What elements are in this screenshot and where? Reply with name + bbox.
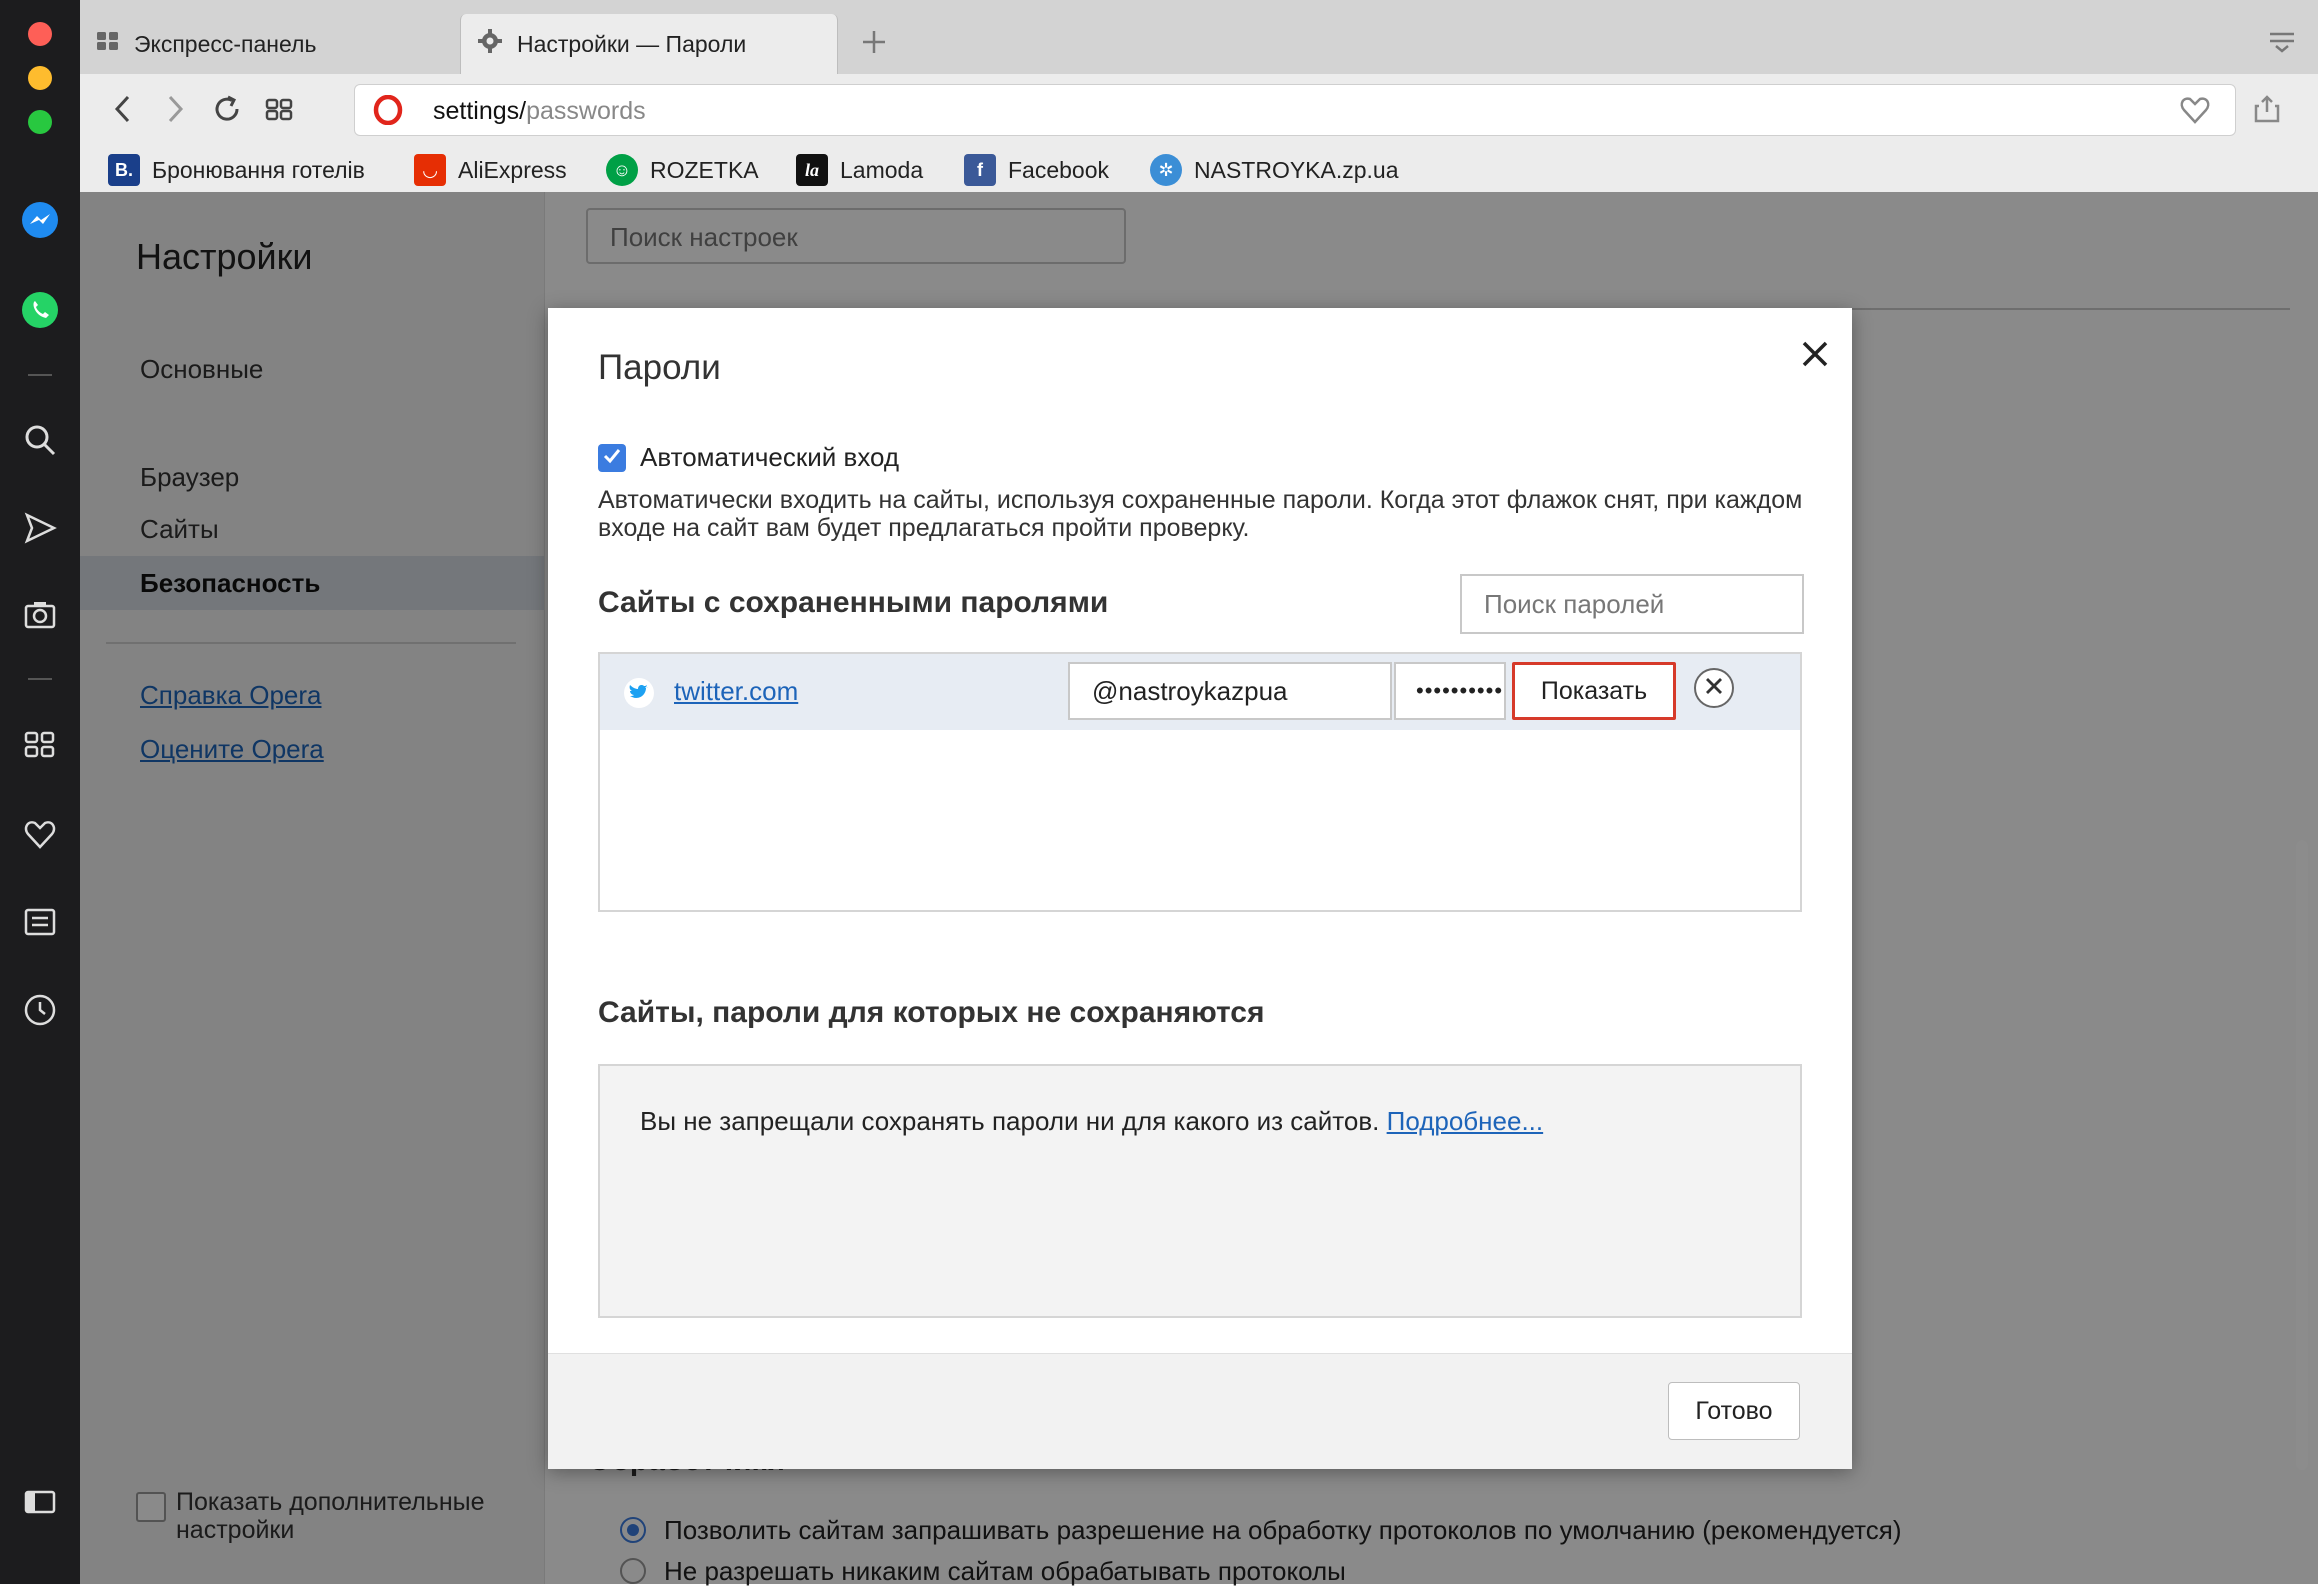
plus-icon [861, 29, 887, 60]
passwords-dialog: Пароли Автоматический вход Автоматически… [548, 308, 1852, 1469]
bookmark-label: AliExpress [458, 156, 567, 183]
toggle-sidebar-icon[interactable] [18, 1480, 62, 1524]
never-saved-text: Вы не запрещали сохранять пароли ни для … [640, 1106, 1380, 1136]
tab-speed-dial[interactable]: Экспресс-панель [80, 14, 458, 74]
facebook-icon: f [964, 154, 996, 186]
rozetka-icon: ☺ [606, 154, 638, 186]
never-saved-list: Вы не запрещали сохранять пароли ни для … [598, 1064, 1802, 1318]
close-dialog-button[interactable] [1793, 334, 1837, 378]
tab-strip: Экспресс-панель Настройки — Пароли [80, 0, 2318, 75]
checkmark-icon [602, 446, 622, 471]
forward-arrow-icon [163, 94, 187, 129]
learn-more-link[interactable]: Подробнее... [1387, 1106, 1544, 1136]
address-bar[interactable]: settings/passwords [354, 84, 2236, 136]
saved-passwords-heading: Сайты с сохраненными паролями [598, 586, 1109, 619]
bookmark-label: ROZETKA [650, 156, 759, 183]
autologin-checkbox[interactable] [598, 444, 626, 472]
bookmark-facebook[interactable]: f Facebook [964, 148, 1109, 192]
remove-x-icon [1704, 676, 1724, 701]
aliexpress-icon: ◡ [414, 154, 446, 186]
sidebar-divider [28, 374, 52, 376]
bookmark-lamoda[interactable]: la Lamoda [796, 148, 923, 192]
send-icon[interactable] [18, 506, 62, 550]
tab-label: Экспресс-панель [134, 30, 317, 57]
autologin-label[interactable]: Автоматический вход [640, 442, 899, 473]
url-path: passwords [526, 97, 646, 125]
share-button[interactable] [2244, 88, 2290, 134]
bookmark-nastroyka[interactable]: ✲ NASTROYKA.zp.ua [1150, 148, 1399, 192]
close-icon [1801, 340, 1829, 373]
search-icon[interactable] [18, 418, 62, 462]
bookmark-booking[interactable]: B. Бронювання готелів [108, 148, 365, 192]
bookmark-label: Lamoda [840, 156, 924, 183]
site-link[interactable]: twitter.com [674, 676, 798, 707]
password-row[interactable]: twitter.com @nastroykazpua •••••••••• По… [600, 654, 1800, 730]
saved-passwords-list: twitter.com @nastroykazpua •••••••••• По… [598, 652, 1802, 912]
back-arrow-icon [111, 94, 135, 129]
close-window-button[interactable] [28, 22, 52, 46]
dialog-title: Пароли [598, 348, 721, 387]
zoom-window-button[interactable] [28, 110, 52, 134]
lamoda-icon: la [796, 154, 828, 186]
username-field[interactable]: @nastroykazpua [1068, 662, 1392, 720]
tab-menu-icon [2268, 30, 2296, 59]
dialog-footer: Готово [548, 1353, 1852, 1469]
done-button[interactable]: Готово [1668, 1382, 1800, 1440]
bookmark-label: NASTROYKA.zp.ua [1194, 156, 1399, 183]
url-text: settings/passwords [433, 97, 646, 126]
page-scrollbar[interactable] [2296, 840, 2308, 1470]
whatsapp-icon[interactable] [18, 288, 62, 332]
bookmark-rozetka[interactable]: ☺ ROZETKA [606, 148, 759, 192]
speed-dial-icon [96, 29, 120, 59]
url-host: settings/ [433, 97, 527, 125]
opera-logo-icon [373, 94, 403, 130]
forward-button[interactable] [152, 88, 198, 134]
tab-menu-button[interactable] [2260, 22, 2304, 66]
password-field[interactable]: •••••••••• [1394, 662, 1506, 720]
new-tab-button[interactable] [852, 22, 896, 66]
tab-label: Настройки — Пароли [517, 30, 747, 57]
bookmark-label: Бронювання готелів [152, 156, 365, 183]
tab-settings-passwords[interactable]: Настройки — Пароли [460, 14, 838, 74]
bookmark-label: Facebook [1008, 156, 1110, 183]
share-icon [2253, 94, 2281, 129]
autologin-description: Автоматически входить на сайты, использу… [598, 486, 1803, 542]
sidebar-divider [28, 678, 52, 680]
heart-icon[interactable] [18, 812, 62, 856]
minimize-window-button[interactable] [28, 66, 52, 90]
reload-button[interactable] [204, 88, 250, 134]
never-saved-message: Вы не запрещали сохранять пароли ни для … [640, 1106, 1543, 1137]
booking-icon: B. [108, 154, 140, 186]
news-icon[interactable] [18, 900, 62, 944]
reload-icon [212, 94, 242, 129]
camera-icon[interactable] [18, 592, 62, 636]
show-password-button[interactable]: Показать [1512, 662, 1676, 720]
gear-icon [477, 28, 503, 60]
back-button[interactable] [100, 88, 146, 134]
messenger-icon[interactable] [18, 198, 62, 242]
never-saved-heading: Сайты, пароли для которых не сохраняются [598, 996, 1265, 1029]
bookmark-heart-icon[interactable] [2179, 95, 2211, 130]
search-passwords-input[interactable]: Поиск паролей [1460, 574, 1804, 634]
twitter-icon [624, 678, 654, 708]
speed-dial-icon[interactable] [18, 722, 62, 766]
remove-password-button[interactable] [1694, 668, 1734, 708]
tabs-overview-button[interactable] [256, 88, 302, 134]
nastroyka-icon: ✲ [1150, 154, 1182, 186]
opera-sidebar [0, 0, 80, 1584]
grid-icon [265, 95, 293, 128]
history-icon[interactable] [18, 988, 62, 1032]
bookmark-aliexpress[interactable]: ◡ AliExpress [414, 148, 567, 192]
